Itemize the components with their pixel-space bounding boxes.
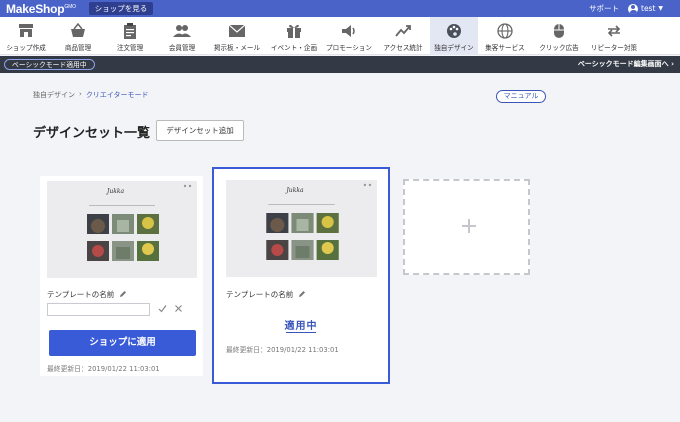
breadcrumb: 独自デザイン › クリエイターモード bbox=[33, 90, 149, 100]
nav-item-repeater[interactable]: リピーター対策 bbox=[586, 17, 642, 55]
plus-icon bbox=[462, 219, 476, 233]
clipboard-icon bbox=[120, 21, 140, 40]
design-set-card: Jukka テンプレートの名前 ショップに適用 最終更新日：2019/01/22… bbox=[40, 176, 203, 376]
nav-label: ショップ作成 bbox=[6, 44, 46, 52]
last-updated: 最終更新日：2019/01/22 11:03:01 bbox=[226, 346, 339, 354]
template-name-label: テンプレートの名前 bbox=[47, 290, 115, 299]
template-name: テンプレートの名前 bbox=[47, 289, 127, 300]
apply-to-shop-button[interactable]: ショップに適用 bbox=[49, 330, 196, 356]
palette-icon bbox=[444, 21, 464, 40]
nav-item-attraction[interactable]: 集客サービス bbox=[478, 17, 532, 55]
members-icon bbox=[172, 21, 192, 40]
support-link[interactable]: サポート bbox=[589, 3, 619, 14]
gift-icon bbox=[284, 21, 304, 40]
last-updated: 最終更新日：2019/01/22 11:03:01 bbox=[47, 365, 160, 373]
basket-icon bbox=[68, 21, 88, 40]
nav-label: 集客サービス bbox=[485, 44, 525, 52]
nav-item-members[interactable]: 会員管理 bbox=[156, 17, 208, 55]
nav-item-promotion[interactable]: プロモーション bbox=[322, 17, 376, 55]
main-content: 独自デザイン › クリエイターモード マニュアル デザインセット一覧 デザインセ… bbox=[0, 73, 680, 422]
nav-item-click-ads[interactable]: クリック広告 bbox=[532, 17, 586, 55]
main-nav: ショップ作成 商品管理 注文管理 会員管理 掲示板・メール イベント・企画 プロ… bbox=[0, 17, 680, 55]
pencil-icon[interactable] bbox=[119, 290, 127, 300]
in-use-status: 適用中 bbox=[284, 321, 318, 332]
caret-down-icon: ▼ bbox=[658, 5, 664, 12]
logo-suffix: GMO bbox=[64, 4, 76, 10]
in-use-underline bbox=[286, 332, 316, 333]
template-thumbnail[interactable]: Jukka bbox=[226, 180, 377, 277]
thumbnail-preview: Jukka bbox=[47, 181, 197, 278]
template-name-label: テンプレートの名前 bbox=[226, 290, 294, 299]
mouse-icon bbox=[549, 21, 569, 40]
nav-label: プロモーション bbox=[325, 44, 373, 52]
user-icon bbox=[628, 3, 638, 14]
basic-mode-badge: ベーシックモード適用中 bbox=[4, 59, 95, 70]
mail-icon bbox=[227, 21, 247, 40]
globe-icon bbox=[495, 21, 515, 40]
nav-label: 独自デザイン bbox=[434, 44, 474, 52]
nav-item-shop[interactable]: ショップ作成 bbox=[0, 17, 52, 55]
nav-label: イベント・企画 bbox=[270, 44, 318, 52]
page-title: デザインセット一覧 bbox=[33, 126, 151, 141]
nav-label: 会員管理 bbox=[168, 44, 196, 52]
svg-text:Jukka: Jukka bbox=[284, 187, 304, 194]
speaker-icon bbox=[339, 21, 359, 40]
close-icon[interactable] bbox=[174, 304, 183, 316]
template-name-input[interactable] bbox=[47, 303, 150, 316]
nav-item-products[interactable]: 商品管理 bbox=[52, 17, 104, 55]
top-bar: MakeShopGMO ショップを見る サポート test ▼ bbox=[0, 0, 680, 17]
breadcrumb-separator: › bbox=[79, 90, 82, 98]
makeshop-logo[interactable]: MakeShopGMO bbox=[6, 2, 76, 16]
breadcrumb-current: クリエイターモード bbox=[85, 91, 149, 99]
nav-item-access-stats[interactable]: アクセス統計 bbox=[376, 17, 430, 55]
add-design-set-button[interactable]: デザインセット追加 bbox=[156, 120, 244, 141]
template-name: テンプレートの名前 bbox=[226, 289, 306, 300]
shop-icon bbox=[16, 21, 36, 40]
nav-label: 商品管理 bbox=[64, 44, 92, 52]
design-set-card-active: Jukka テンプレートの名前 適用中 最終更新日：2019/01/22 11:… bbox=[212, 167, 390, 384]
nav-label: クリック広告 bbox=[539, 44, 579, 52]
nav-item-events[interactable]: イベント・企画 bbox=[266, 17, 322, 55]
user-menu[interactable]: test ▼ bbox=[628, 2, 663, 15]
mode-bar: ベーシックモード適用中 ベーシックモード編集画面へ › bbox=[0, 56, 680, 73]
nav-item-board-mail[interactable]: 掲示板・メール bbox=[208, 17, 266, 55]
trend-icon bbox=[393, 21, 413, 40]
nav-label: 注文管理 bbox=[116, 44, 144, 52]
svg-text:Jukka: Jukka bbox=[105, 188, 125, 195]
user-name: test bbox=[641, 4, 656, 13]
breadcrumb-parent[interactable]: 独自デザイン bbox=[33, 90, 75, 100]
basic-mode-edit-link[interactable]: ベーシックモード編集画面へ › bbox=[578, 59, 674, 69]
nav-label: 掲示板・メール bbox=[213, 44, 261, 52]
nav-item-orders[interactable]: 注文管理 bbox=[104, 17, 156, 55]
template-thumbnail[interactable]: Jukka bbox=[47, 181, 197, 278]
nav-label: アクセス統計 bbox=[383, 44, 423, 52]
repeat-icon bbox=[604, 21, 624, 40]
logo-text: MakeShop bbox=[6, 2, 65, 16]
check-icon[interactable] bbox=[158, 304, 167, 316]
nav-item-original-design[interactable]: 独自デザイン bbox=[430, 17, 478, 55]
add-design-set-tile[interactable] bbox=[403, 179, 530, 275]
manual-button[interactable]: マニュアル bbox=[496, 90, 546, 103]
pencil-icon[interactable] bbox=[298, 290, 306, 300]
thumbnail-preview: Jukka bbox=[226, 180, 377, 277]
view-shop-button[interactable]: ショップを見る bbox=[89, 2, 153, 15]
nav-label: リピーター対策 bbox=[590, 44, 638, 52]
